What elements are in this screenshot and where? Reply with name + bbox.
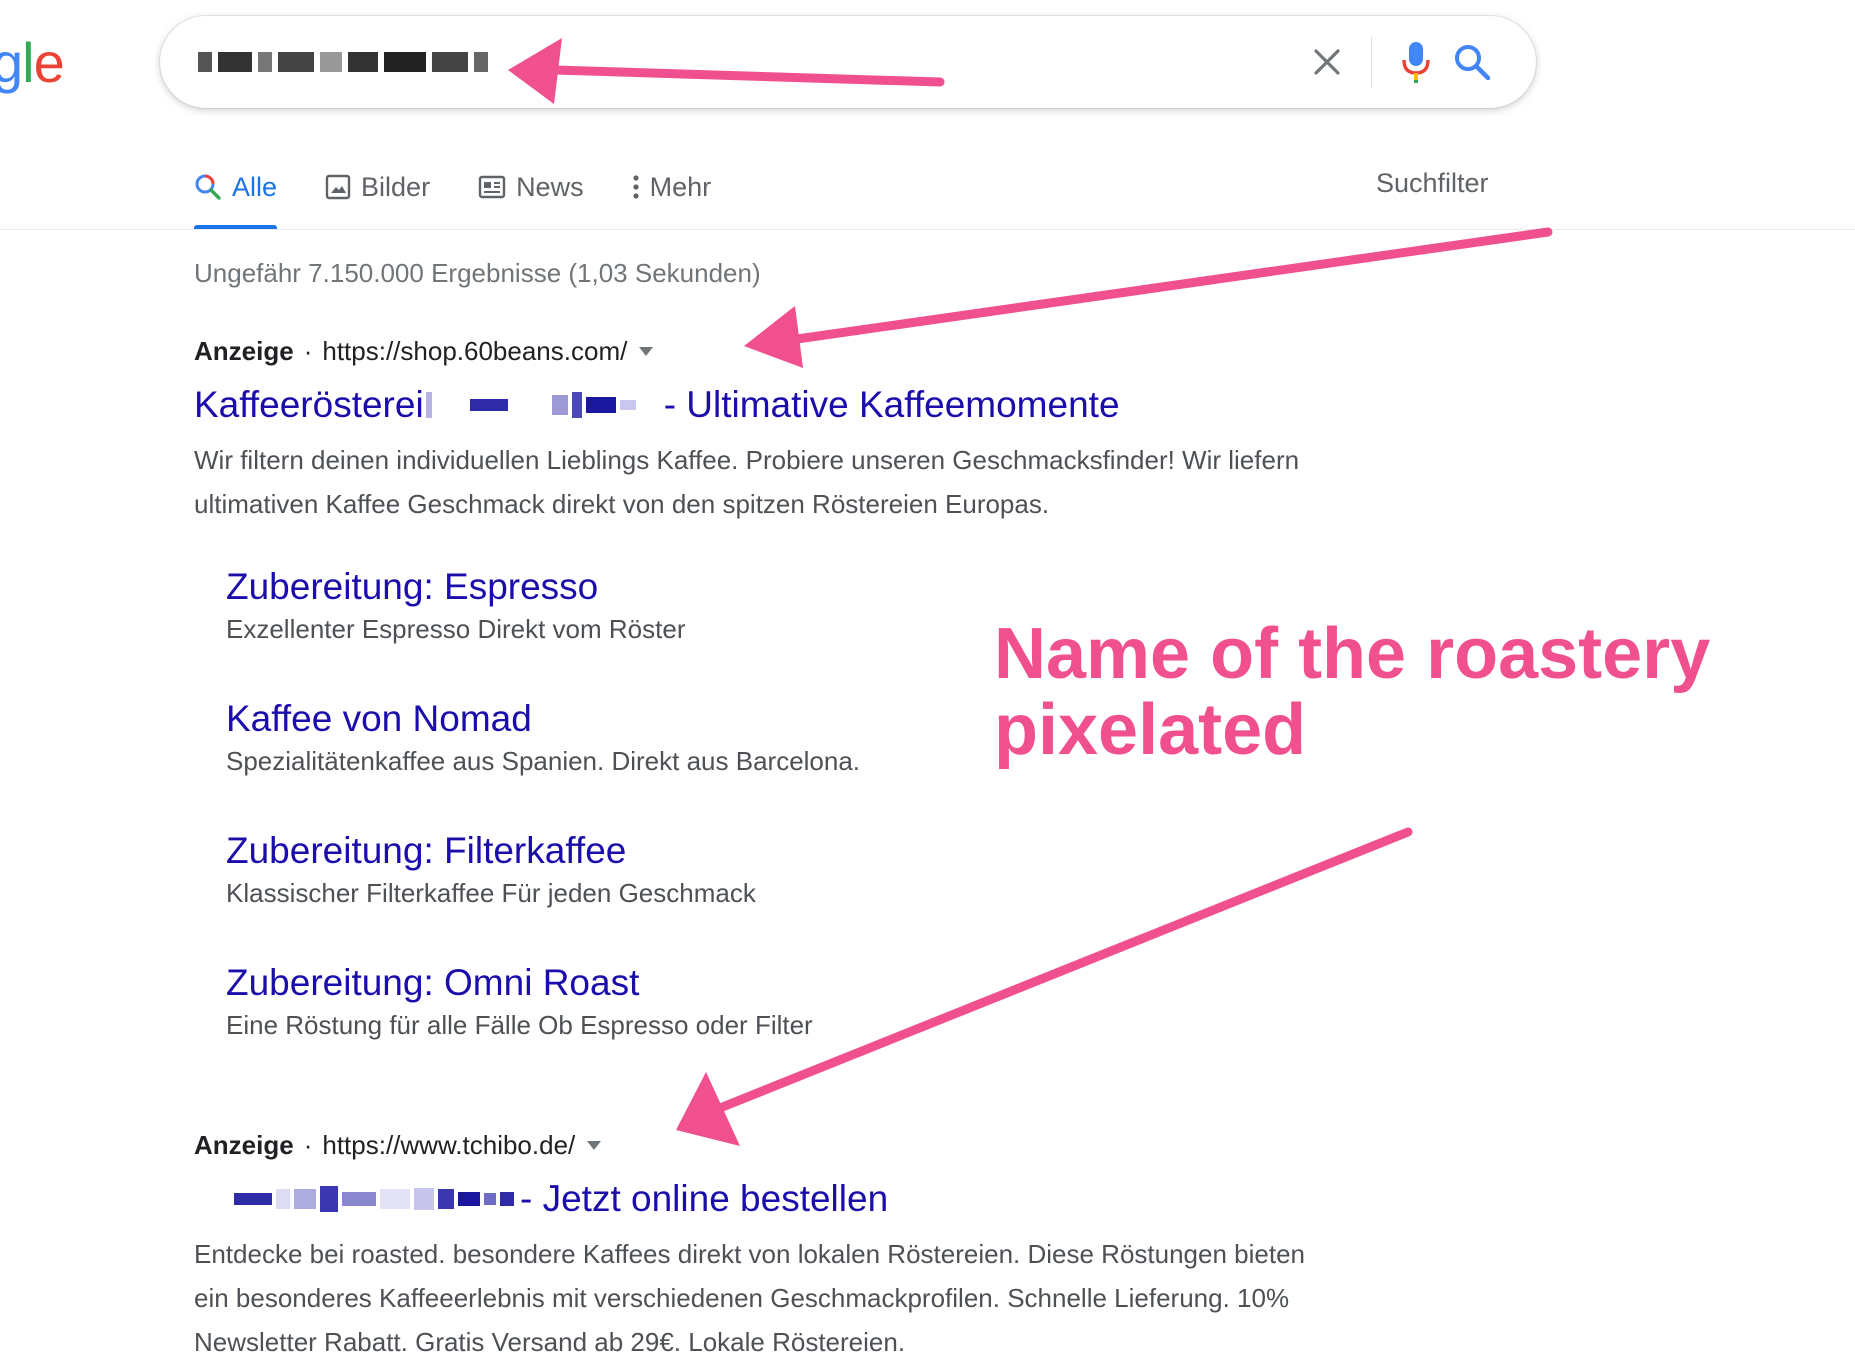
newspaper-icon [478,175,506,199]
annotation-line: pixelated [994,690,1307,770]
pixelated-roastery-name [425,392,660,418]
pixel-block [474,52,488,72]
search-divider [1371,36,1372,88]
tab-label: Mehr [649,171,712,202]
sitelink-description: Spezialitätenkaffee aus Spanien. Direkt … [226,746,861,776]
sitelink-title[interactable]: Zubereitung: Filterkaffee [226,830,756,872]
pixel-block [432,52,468,72]
ad-title-link[interactable]: - Jetzt online bestellen [194,1178,888,1220]
sitelink-title[interactable]: Zubereitung: Espresso [226,566,685,608]
tab-label: Alle [232,171,278,202]
clear-button[interactable] [1299,34,1355,90]
search-icon [195,174,221,200]
close-icon [1314,49,1340,75]
tab-bilder[interactable]: Bilder [325,165,430,209]
ad-label: Anzeige [194,1130,294,1160]
ad-title-suffix: - Ultimative Kaffeemomente [663,384,1120,425]
ad-description-line: ultimativen Kaffee Geschmack direkt von … [194,489,1050,519]
search-tools-button[interactable]: Suchfilter [1376,168,1489,199]
pixel-block [320,52,342,72]
tab-alle[interactable]: Alle [194,165,278,230]
search-input-pixelated[interactable] [198,42,488,82]
ad-url[interactable]: https://www.tchibo.de/ [322,1130,575,1161]
search-icon [1455,45,1491,81]
tab-news[interactable]: News [478,165,584,209]
ad-header: Anzeige · https://shop.60beans.com/ [194,336,654,367]
pixel-block [198,52,212,72]
arrow-to-first-ad [744,227,1553,368]
image-icon [325,174,351,200]
tab-label: News [516,171,584,202]
ad-description-line: ein besonderes Kaffeeerlebnis mit versch… [194,1283,1290,1313]
tab-mehr[interactable]: Mehr [632,165,712,209]
ad-label: Anzeige [194,336,294,366]
ad-title-suffix: - Jetzt online bestellen [520,1178,889,1219]
sitelink-description: Eine Röstung für alle Fälle Ob Espresso … [226,1010,813,1040]
sitelink: Zubereitung: Espresso Exzellenter Espres… [226,566,685,645]
tab-label: Bilder [361,171,431,202]
separator-dot: · [303,1130,313,1160]
annotation-text: Name of the roastery pixelated [994,616,1710,768]
ad-description-line: Entdecke bei roasted. besondere Kaffees … [194,1239,1306,1269]
search-box[interactable] [160,16,1536,108]
ad-description-line: Wir filtern deinen individuellen Lieblin… [194,445,1300,475]
search-tabs: Alle Bilder News Mehr [194,165,759,230]
tabs-divider [0,229,1855,230]
sitelink-title[interactable]: Zubereitung: Omni Roast [226,962,813,1004]
logo-letter-e: e [33,31,65,94]
pixel-block [348,52,378,72]
ad-title-prefix: Kaffeerösterei [194,384,424,425]
sitelink: Zubereitung: Omni Roast Eine Röstung für… [226,962,813,1041]
chevron-down-icon[interactable] [639,347,654,356]
sitelink: Kaffee von Nomad Spezialitätenkaffee aus… [226,698,860,777]
pixel-block [258,52,272,72]
google-logo[interactable]: gle [0,30,65,95]
pixel-block [278,52,314,72]
chevron-down-icon[interactable] [587,1141,602,1150]
logo-letter-l: l [22,31,34,94]
search-submit-button[interactable] [1444,34,1500,90]
ad-description: Wir filtern deinen individuellen Lieblin… [194,438,1434,526]
separator-dot: · [303,336,313,366]
pixelated-roastery-name [194,1186,514,1212]
sitelink-title[interactable]: Kaffee von Nomad [226,698,860,740]
pixel-block [218,52,252,72]
ad-description-line: Newsletter Rabatt. Gratis Versand ab 29€… [194,1327,906,1357]
sitelink-description: Exzellenter Espresso Direkt vom Röster [226,614,686,644]
voice-search-button[interactable] [1388,34,1444,90]
sitelink-description: Klassischer Filterkaffee Für jeden Gesch… [226,878,756,908]
more-vertical-icon [632,175,639,199]
logo-letter-g: g [0,31,23,94]
ad-url[interactable]: https://shop.60beans.com/ [322,336,627,367]
sitelink: Zubereitung: Filterkaffee Klassischer Fi… [226,830,756,909]
pixel-block [384,52,426,72]
result-stats: Ungefähr 7.150.000 Ergebnisse (1,03 Seku… [194,258,761,288]
ad-header: Anzeige · https://www.tchibo.de/ [194,1130,602,1161]
annotation-line: Name of the roastery [994,614,1711,694]
microphone-icon [1402,42,1430,83]
ad-description: Entdecke bei roasted. besondere Kaffees … [194,1232,1434,1364]
ad-title-link[interactable]: Kaffeerösterei - Ultimative Kaffeemoment… [194,384,1120,426]
